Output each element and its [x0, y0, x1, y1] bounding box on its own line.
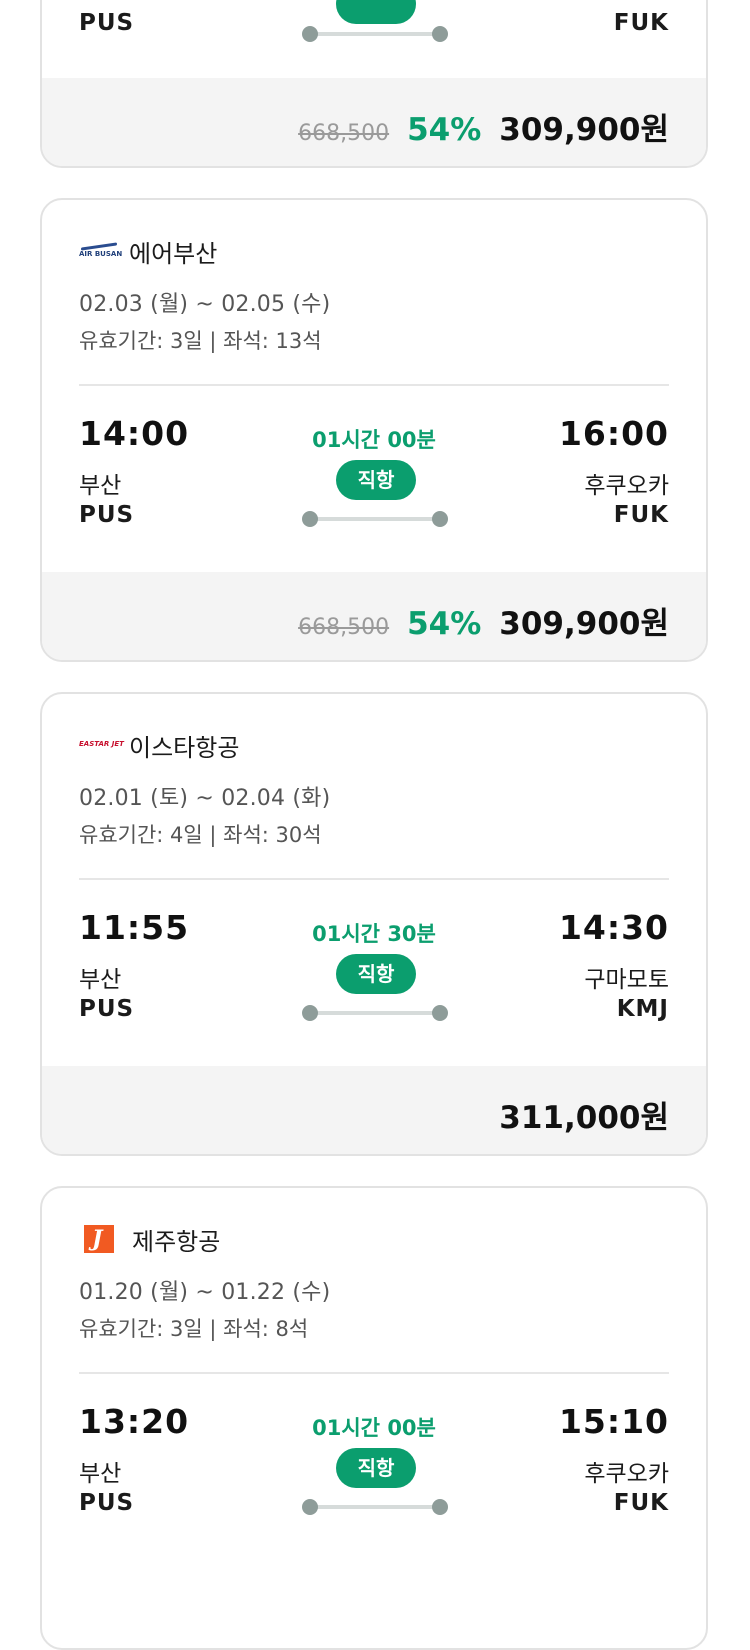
airline-name: 제주항공 — [132, 1227, 221, 1256]
departure-dot — [302, 26, 318, 42]
route-line — [310, 1505, 440, 1509]
final-price: 309,900원 — [499, 112, 669, 148]
final-price: 311,000원 — [499, 1100, 669, 1136]
airline-row: AIR BUSAN 에어부산 — [79, 234, 217, 268]
departure-dot — [302, 1499, 318, 1515]
flight-card[interactable]: AIR BUSAN 에어부산 02.03 (월) ~ 02.05 (수) 유효기… — [40, 198, 708, 662]
price-bar: 311,000원 — [42, 1066, 706, 1154]
eastar-jet-logo-icon: EASTAR JET — [79, 740, 124, 748]
route-line — [310, 32, 440, 36]
airline-row: J 제주항공 — [79, 1222, 220, 1256]
divider — [79, 384, 669, 386]
price-bar: 668,500 54% 309,900원 — [42, 572, 706, 660]
original-price: 668,500 — [298, 121, 390, 146]
travel-dates: 02.01 (토) ~ 02.04 (화) — [79, 786, 331, 811]
arrival-city: 후쿠오카 — [584, 1461, 669, 1487]
departure-dot — [302, 1005, 318, 1021]
discount-rate: 54% — [407, 112, 482, 148]
arrival-code: FUK — [613, 502, 669, 528]
arrival-time: 14:30 — [558, 908, 669, 947]
departure-dot — [302, 511, 318, 527]
direct-flight-badge: 직항 — [336, 954, 416, 994]
arrival-dot — [432, 511, 448, 527]
travel-dates: 01.20 (월) ~ 01.22 (수) — [79, 1280, 331, 1305]
divider — [79, 1372, 669, 1374]
arrival-city: 구마모토 — [584, 967, 669, 993]
validity-seats: 유효기간: 3일 | 좌석: 13석 — [79, 329, 322, 353]
direct-flight-badge — [336, 0, 416, 24]
validity-seats: 유효기간: 3일 | 좌석: 8석 — [79, 1317, 309, 1341]
air-busan-logo-icon: AIR BUSAN — [79, 238, 122, 264]
travel-dates: 02.03 (월) ~ 02.05 (수) — [79, 292, 331, 317]
validity-seats: 유효기간: 4일 | 좌석: 30석 — [79, 823, 322, 847]
arrival-dot — [432, 1499, 448, 1515]
arrival-dot — [432, 1005, 448, 1021]
flight-card[interactable]: EASTAR JET 이스타항공 02.01 (토) ~ 02.04 (화) 유… — [40, 692, 708, 1156]
departure-city: 부산 — [79, 1461, 122, 1487]
price-bar: 668,500 54% 309,900원 — [42, 78, 706, 166]
arrival-time: 15:10 — [558, 1402, 669, 1441]
departure-city: 부산 — [79, 473, 122, 499]
flight-card[interactable]: J 제주항공 01.20 (월) ~ 01.22 (수) 유효기간: 3일 | … — [40, 1186, 708, 1650]
arrival-time: 16:00 — [558, 414, 669, 453]
airline-row: EASTAR JET 이스타항공 — [79, 728, 239, 762]
discount-rate: 54% — [407, 606, 482, 642]
arrival-city: 후쿠오카 — [584, 473, 669, 499]
arrival-code: FUK — [613, 1490, 669, 1516]
original-price: 668,500 — [298, 615, 390, 640]
departure-code: PUS — [79, 996, 135, 1022]
route-line — [310, 1011, 440, 1015]
departure-code: PUS — [79, 1490, 135, 1516]
arrival-code: KMJ — [616, 996, 669, 1022]
airline-name: 에어부산 — [129, 239, 218, 268]
arrival-code: FUK — [613, 10, 669, 36]
flight-card[interactable]: PUS FUK 668,500 54% 309,900원 — [40, 0, 708, 168]
arrival-dot — [432, 26, 448, 42]
departure-code: PUS — [79, 502, 135, 528]
departure-code: PUS — [79, 10, 135, 36]
route-line — [310, 517, 440, 521]
direct-flight-badge: 직항 — [336, 460, 416, 500]
jeju-air-logo-icon: J — [84, 1225, 114, 1253]
divider — [79, 878, 669, 880]
airline-name: 이스타항공 — [129, 733, 240, 762]
departure-city: 부산 — [79, 967, 122, 993]
direct-flight-badge: 직항 — [336, 1448, 416, 1488]
final-price: 309,900원 — [499, 606, 669, 642]
